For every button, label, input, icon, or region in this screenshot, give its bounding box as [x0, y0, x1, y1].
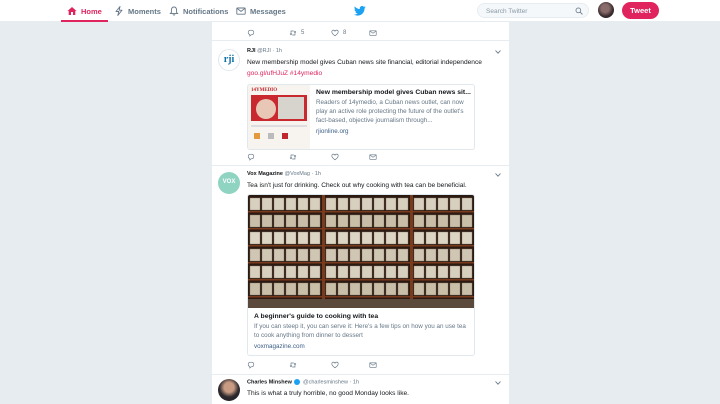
author-handle[interactable]: @RJI — [257, 48, 271, 54]
heart-icon — [331, 361, 339, 369]
like-action[interactable] — [331, 360, 339, 370]
card-domain[interactable]: voxmagazine.com — [254, 343, 468, 350]
reply-icon — [247, 153, 255, 161]
reply-icon — [247, 29, 255, 37]
nav-moments[interactable]: Moments — [114, 0, 161, 22]
card-description: If you can steep it, you can serve it: H… — [254, 323, 466, 339]
tweet-voxmag[interactable]: VOX Vox Magazine @VoxMag · 1h Tea isn't … — [212, 167, 509, 375]
envelope-icon — [236, 7, 246, 15]
tweet-stub: 5 8 — [212, 22, 509, 41]
tweet-link[interactable]: goo.gl/ufHJuZ #14ymedio — [247, 70, 322, 77]
retweet-action[interactable]: 5 — [289, 28, 304, 38]
tweet-text: New membership model gives Cuban news si… — [247, 59, 482, 66]
chevron-down-icon[interactable] — [495, 50, 501, 54]
link-card[interactable]: 14YMEDIO New membership model gives Cuba… — [247, 84, 475, 150]
tweet-charlesminshew[interactable]: Charles Minshew @charlesminshew · 1h Thi… — [212, 376, 509, 404]
retweet-icon — [289, 30, 297, 36]
chevron-down-icon[interactable] — [495, 381, 501, 385]
chevron-down-icon[interactable] — [495, 173, 501, 177]
retweet-icon — [289, 362, 297, 368]
avatar-charlesminshew[interactable] — [218, 379, 240, 401]
nav-notifications-label: Notifications — [183, 6, 229, 16]
nav-home-label: Home — [81, 6, 102, 16]
avatar-rji-text: rji — [223, 54, 235, 65]
message-action[interactable] — [369, 360, 377, 370]
search-box — [477, 3, 589, 18]
tweet-time[interactable]: 1h — [276, 48, 282, 54]
card-image-tea-jars — [248, 195, 474, 308]
link-card[interactable]: A beginner's guide to cooking with tea I… — [247, 194, 475, 356]
search-icon[interactable] — [575, 7, 583, 15]
author-handle[interactable]: @VoxMag — [285, 171, 310, 177]
author-name[interactable]: RJI — [247, 48, 256, 54]
tweet-actions — [247, 360, 387, 370]
author-name[interactable]: Vox Magazine — [247, 171, 283, 177]
like-action[interactable]: 8 — [331, 28, 346, 38]
search-input[interactable] — [486, 6, 571, 16]
card-body: A beginner's guide to cooking with tea I… — [254, 313, 468, 350]
home-icon — [67, 7, 77, 15]
avatar-voxmag[interactable]: VOX — [218, 172, 240, 194]
tweet-header: Vox Magazine @VoxMag · 1h — [247, 171, 321, 177]
card-domain[interactable]: rjionline.org — [316, 128, 472, 135]
tweet-rji[interactable]: rji RJI @RJI · 1h New membership model g… — [212, 42, 509, 166]
nav-messages-label: Messages — [250, 6, 286, 16]
tweet-time[interactable]: 1h — [315, 171, 321, 177]
tweet-actions: 5 8 — [247, 28, 387, 38]
timeline: 5 8 rji RJI @RJI · 1h New membership mod… — [212, 22, 509, 404]
card-body: New membership model gives Cuban news si… — [316, 89, 472, 135]
envelope-icon — [369, 30, 377, 36]
retweet-count: 5 — [301, 30, 305, 36]
tweet-header: Charles Minshew @charlesminshew · 1h — [247, 379, 360, 386]
heart-icon — [331, 153, 339, 161]
tweet-actions — [247, 152, 387, 162]
author-handle[interactable]: @charlesminshew — [303, 379, 348, 385]
tweet-time[interactable]: 1h — [353, 379, 359, 385]
card-description: Readers of 14ymedio, a Cuban news outlet… — [316, 99, 464, 124]
retweet-action[interactable] — [289, 152, 297, 162]
card-title[interactable]: A beginner's guide to cooking with tea — [254, 313, 468, 320]
tweet-header: RJI @RJI · 1h — [247, 48, 282, 54]
message-action[interactable] — [369, 28, 377, 38]
like-action[interactable] — [331, 152, 339, 162]
message-action[interactable] — [369, 152, 377, 162]
author-name[interactable]: Charles Minshew — [247, 379, 292, 385]
avatar-voxmag-text: VOX — [222, 179, 236, 185]
lightning-icon — [115, 6, 123, 16]
like-count: 8 — [343, 30, 347, 36]
heart-icon — [331, 29, 339, 37]
reply-icon — [247, 361, 255, 369]
card-title[interactable]: New membership model gives Cuban news si… — [316, 89, 472, 96]
reply-action[interactable] — [247, 152, 255, 162]
avatar-rji[interactable]: rji — [218, 49, 240, 71]
nav-notifications[interactable]: Notifications — [169, 0, 228, 22]
top-navigation-bar: Home Moments Notifications Messages Twee… — [0, 0, 720, 22]
tweet-button[interactable]: Tweet — [622, 2, 659, 19]
reply-action[interactable] — [247, 28, 255, 38]
tweet-text: Tea isn't just for drinking. Check out w… — [247, 182, 467, 189]
profile-avatar[interactable] — [598, 2, 614, 18]
nav-home[interactable]: Home — [61, 0, 108, 22]
envelope-icon — [369, 154, 377, 160]
nav-messages[interactable]: Messages — [236, 0, 286, 22]
retweet-icon — [289, 154, 297, 160]
thumb-brand: 14YMEDIO — [251, 88, 278, 93]
nav-moments-label: Moments — [128, 6, 161, 16]
envelope-icon — [369, 362, 377, 368]
card-thumbnail: 14YMEDIO — [248, 85, 310, 149]
bell-icon — [169, 6, 179, 16]
reply-action[interactable] — [247, 360, 255, 370]
tweet-text: This is what a truly horrible, no good M… — [247, 390, 409, 397]
twitter-bird-icon[interactable] — [354, 5, 366, 17]
retweet-action[interactable] — [289, 360, 297, 370]
verified-badge-icon — [294, 379, 301, 385]
